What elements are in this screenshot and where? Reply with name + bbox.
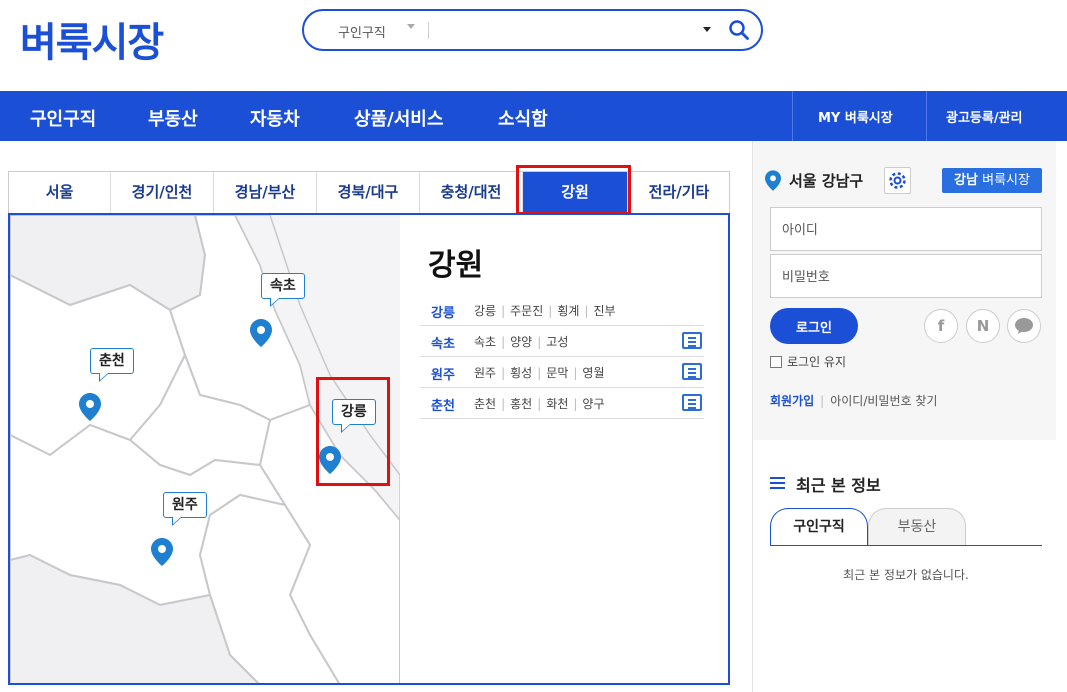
region-main-link[interactable]: 춘천 xyxy=(431,395,455,414)
sub-region-link[interactable]: 홍천 xyxy=(510,397,532,411)
nav-divider xyxy=(926,91,927,141)
sub-region-link[interactable]: 영월 xyxy=(582,366,604,380)
map-label-chuncheon[interactable]: 춘천 xyxy=(90,348,134,382)
newspaper-icon[interactable] xyxy=(682,363,702,380)
search-icon[interactable] xyxy=(728,19,750,41)
keep-login-checkbox[interactable] xyxy=(770,355,782,368)
sub-region-link[interactable]: 진부 xyxy=(593,304,615,318)
kakaotalk-login-icon[interactable] xyxy=(1007,309,1041,343)
sub-region-link[interactable]: 춘천 xyxy=(474,397,496,411)
sub-region-link[interactable]: 양양 xyxy=(510,335,532,349)
keep-login-label: 로그인 유지 xyxy=(787,355,847,369)
nav-item-jobs[interactable]: 구인구직 xyxy=(30,105,96,131)
recent-empty-message: 최근 본 정보가 없습니다. xyxy=(843,568,969,582)
login-button[interactable]: 로그인 xyxy=(770,308,858,344)
sub-region-link[interactable]: 원주 xyxy=(474,366,496,380)
search-divider xyxy=(428,22,429,39)
current-location: 서울 강남구 xyxy=(789,172,864,190)
chevron-down-icon[interactable] xyxy=(407,24,415,29)
menu-icon xyxy=(770,477,785,489)
sub-region-link[interactable]: 강릉 xyxy=(474,304,496,318)
region-row-gangneung: 강릉 강릉 | 주문진 | 횡계 | 진부 xyxy=(420,295,704,326)
highlight-box xyxy=(316,377,390,486)
password-field[interactable] xyxy=(770,254,1042,298)
sub-region-link[interactable]: 주문진 xyxy=(510,304,543,318)
search-dropdown-icon[interactable] xyxy=(703,27,711,32)
recent-tab-underline xyxy=(770,545,1042,546)
search-category-select[interactable]: 구인구직 xyxy=(338,22,386,41)
region-row-sokcho: 속초 속초 | 양양 | 고성 xyxy=(420,326,704,357)
recent-tab-realestate[interactable]: 부동산 xyxy=(868,508,966,546)
tab-seoul[interactable]: 서울 xyxy=(9,172,111,213)
local-market-button[interactable]: 강남 벼룩시장 xyxy=(942,168,1042,193)
sub-region-link[interactable]: 화천 xyxy=(546,397,568,411)
facebook-login-icon[interactable]: f xyxy=(924,309,958,343)
region-title: 강원 xyxy=(428,248,484,283)
region-main-link[interactable]: 원주 xyxy=(431,364,455,383)
map-pin-sokcho-icon[interactable] xyxy=(250,319,272,347)
newspaper-icon[interactable] xyxy=(682,394,702,411)
map-pin-chuncheon-icon[interactable] xyxy=(79,393,101,421)
map-label-sokcho[interactable]: 속초 xyxy=(261,273,305,307)
recent-title: 최근 본 정보 xyxy=(796,476,881,495)
location-pin-icon xyxy=(765,170,781,191)
region-row-chuncheon: 춘천 춘천 | 홍천 | 화천 | 양구 xyxy=(420,388,704,419)
tab-gyeonggi[interactable]: 경기/인천 xyxy=(111,172,214,213)
tab-gyeongnam[interactable]: 경남/부산 xyxy=(214,172,317,213)
main-nav: 구인구직 부동산 자동차 상품/서비스 소식함 MY 벼룩시장 광고등록/관리 xyxy=(0,91,1067,141)
find-account-link[interactable]: 아이디/비밀번호 찾기 xyxy=(830,394,937,408)
sub-region-link[interactable]: 문막 xyxy=(546,366,568,380)
search-bar: 구인구직 xyxy=(302,9,763,51)
site-logo[interactable]: 벼룩시장 xyxy=(20,10,164,68)
naver-login-icon[interactable]: N xyxy=(966,309,1000,343)
gear-icon xyxy=(889,172,906,189)
keep-login[interactable]: 로그인 유지 xyxy=(770,353,846,370)
search-input[interactable] xyxy=(436,18,686,42)
id-field[interactable] xyxy=(770,207,1042,251)
local-market-label: 벼룩시장 xyxy=(982,173,1030,188)
map-label-wonju[interactable]: 원주 xyxy=(163,492,207,526)
region-sub-links: 속초 | 양양 | 고성 xyxy=(474,335,569,349)
tab-chungcheong[interactable]: 충청/대전 xyxy=(420,172,523,213)
nav-my-page[interactable]: MY 벼룩시장 xyxy=(818,107,893,126)
nav-item-realestate[interactable]: 부동산 xyxy=(148,105,198,131)
nav-divider xyxy=(792,91,793,141)
location-settings-button[interactable] xyxy=(884,167,911,194)
highlight-box xyxy=(516,165,631,215)
recent-tab-jobs[interactable]: 구인구직 xyxy=(770,508,868,546)
map-pin-wonju-icon[interactable] xyxy=(151,538,173,566)
region-sub-links: 원주 | 횡성 | 문막 | 영월 xyxy=(474,366,605,380)
region-row-wonju: 원주 원주 | 횡성 | 문막 | 영월 xyxy=(420,357,704,388)
sub-region-link[interactable]: 횡성 xyxy=(510,366,532,380)
tab-gyeongbuk[interactable]: 경북/대구 xyxy=(317,172,420,213)
region-sub-links: 춘천 | 홍천 | 화천 | 양구 xyxy=(474,397,605,411)
nav-item-goods[interactable]: 상품/서비스 xyxy=(354,105,443,131)
sub-region-link[interactable]: 고성 xyxy=(546,335,568,349)
account-links: 회원가입 | 아이디/비밀번호 찾기 xyxy=(770,394,938,408)
local-market-district: 강남 xyxy=(954,173,978,188)
chat-bubble-icon xyxy=(1015,318,1033,334)
sub-region-link[interactable]: 횡계 xyxy=(557,304,579,318)
sub-region-link[interactable]: 속초 xyxy=(474,335,496,349)
region-main-link[interactable]: 속초 xyxy=(431,333,455,352)
nav-ad-manage[interactable]: 광고등록/관리 xyxy=(946,107,1023,126)
sidebar-gap xyxy=(753,440,1056,462)
region-main-link[interactable]: 강릉 xyxy=(431,302,455,321)
nav-item-inbox[interactable]: 소식함 xyxy=(498,105,548,131)
sub-region-link[interactable]: 양구 xyxy=(582,397,604,411)
nav-item-cars[interactable]: 자동차 xyxy=(250,105,300,131)
newspaper-icon[interactable] xyxy=(682,332,702,349)
tab-jeolla[interactable]: 전라/기타 xyxy=(628,172,730,213)
join-link[interactable]: 회원가입 xyxy=(770,394,814,408)
region-sub-links: 강릉 | 주문진 | 횡계 | 진부 xyxy=(474,304,616,318)
